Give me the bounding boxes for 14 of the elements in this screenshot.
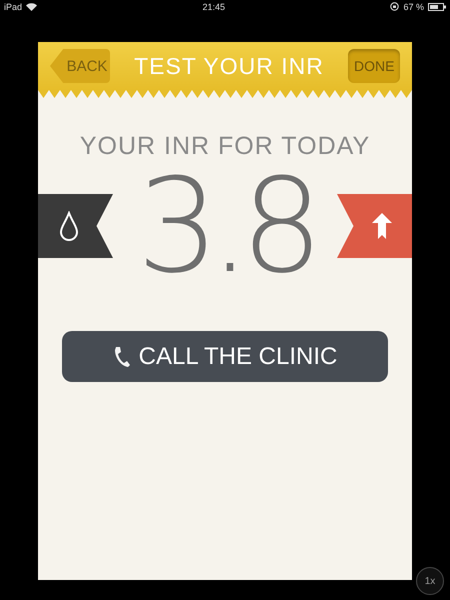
blood-drop-icon: [58, 211, 78, 241]
up-arrow-icon: [372, 213, 392, 239]
call-clinic-button[interactable]: CALL THE CLINIC: [62, 331, 388, 382]
battery-percent: 67 %: [403, 2, 424, 12]
device-name: iPad: [4, 2, 22, 12]
wifi-icon: [26, 2, 38, 10]
inr-value: 3.8: [136, 161, 314, 291]
screen-title: TEST YOUR INR: [134, 52, 324, 80]
battery-icon: [428, 2, 446, 10]
zoom-badge[interactable]: 1x: [416, 567, 444, 595]
result-caption: YOUR INR FOR TODAY: [80, 132, 370, 161]
phone-icon: [112, 346, 131, 368]
rotation-lock-icon: [390, 2, 400, 11]
clock: 21:45: [202, 2, 226, 12]
